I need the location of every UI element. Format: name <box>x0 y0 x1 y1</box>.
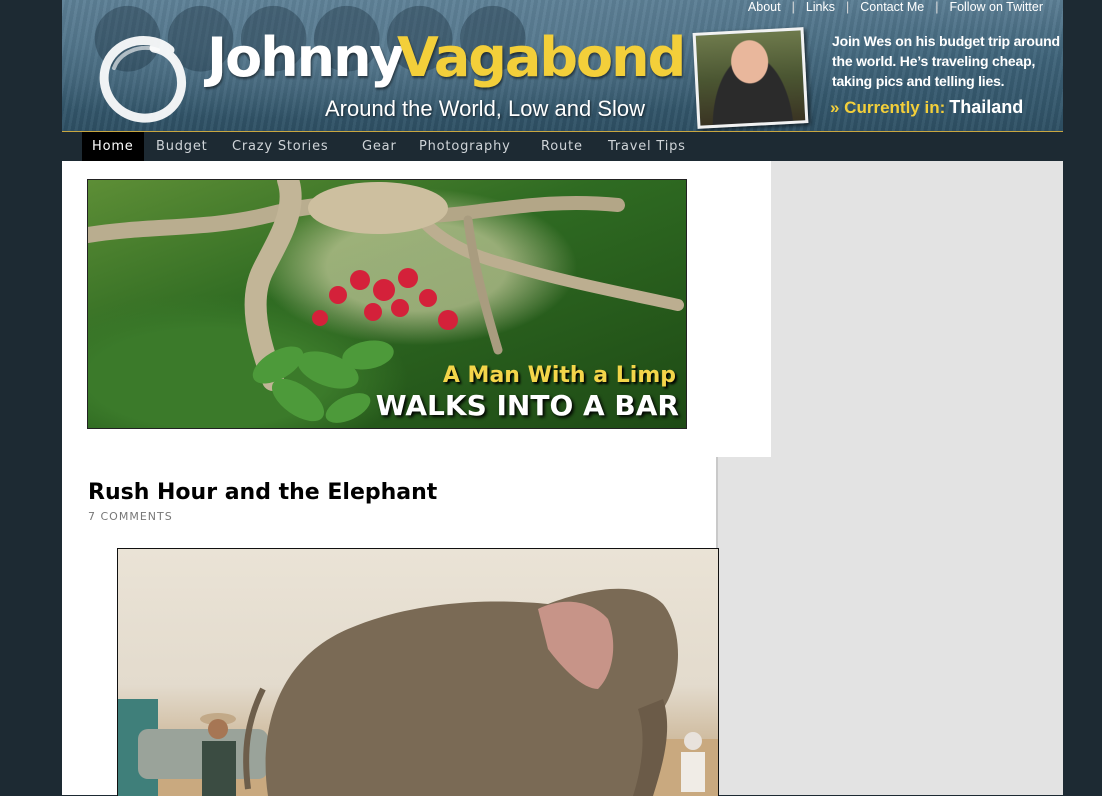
top-link-about[interactable]: About <box>748 0 781 14</box>
nav-item-photography[interactable]: Photography <box>409 132 521 161</box>
featured-headline-bottom: WALKS INTO A BAR <box>375 389 679 422</box>
nav-item-crazy-stories[interactable]: Crazy Stories <box>222 132 338 161</box>
site-header: ●●●●●● Johnny Vagabond Around the World,… <box>62 0 1063 132</box>
author-photo <box>692 27 809 129</box>
top-links: About | Links | Contact Me | Follow on Twitter <box>748 0 1043 14</box>
nav-item-route[interactable]: Route <box>531 132 593 161</box>
post-title[interactable]: Rush Hour and the Elephant <box>88 480 437 505</box>
top-link-twitter[interactable]: Follow on Twitter <box>949 0 1043 14</box>
site-tagline: Around the World, Low and Slow <box>325 96 645 121</box>
nav-item-travel-tips[interactable]: Travel Tips <box>598 132 696 161</box>
current-location: » Currently in: Thailand <box>830 97 1023 118</box>
current-location-value: Thailand <box>949 97 1024 117</box>
elephant-photo <box>118 588 718 796</box>
separator: | <box>791 0 795 14</box>
featured-headline-top: A Man With a Limp <box>442 363 676 388</box>
author-blurb: Join Wes on his budget trip around the w… <box>832 33 1060 89</box>
current-location-label: » Currently in: <box>830 98 946 117</box>
logo-johnny[interactable]: Johnny <box>207 28 405 88</box>
separator: | <box>846 0 850 14</box>
enso-logo-icon[interactable] <box>92 28 192 128</box>
nav-item-home[interactable]: Home <box>82 132 144 161</box>
main-nav: Home Budget Crazy Stories Gear Photograp… <box>62 132 1063 161</box>
separator: | <box>935 0 939 14</box>
top-link-links[interactable]: Links <box>806 0 835 14</box>
nav-item-gear[interactable]: Gear <box>352 132 407 161</box>
logo-vagabond[interactable]: Vagabond <box>397 28 686 88</box>
post-image[interactable] <box>117 548 719 796</box>
top-link-contact[interactable]: Contact Me <box>860 0 924 14</box>
post-comments-link[interactable]: 7 COMMENTS <box>88 510 173 523</box>
featured-banner[interactable]: A Man With a Limp WALKS INTO A BAR <box>87 179 687 429</box>
nav-item-budget[interactable]: Budget <box>146 132 218 161</box>
